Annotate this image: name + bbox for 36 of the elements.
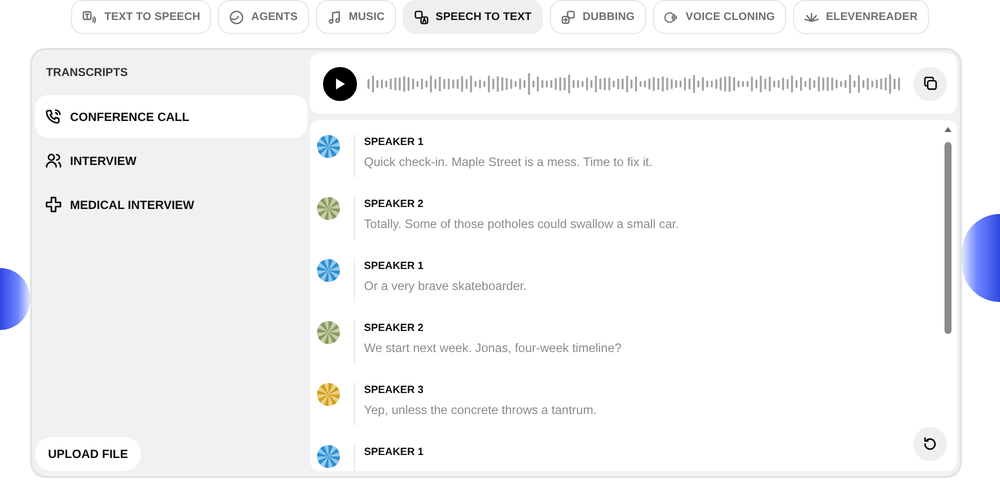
restart-button[interactable] [913,427,947,461]
translate-icon [414,10,429,24]
transcript-item[interactable]: MEDICAL INTERVIEW [35,183,307,226]
music-note-icon [326,10,342,24]
speaker-name: SPEAKER 3 [364,383,425,398]
transcript-text: Quick check-in. Maple Street is a mess. Time to fix it. [364,154,652,171]
speaker-name: SPEAKER 2 [364,321,425,336]
sidebar-title: TRANSCRIPTS [46,66,129,81]
medical-cross-icon [45,196,62,214]
nav-tab[interactable]: DUBBING [550,0,646,34]
transcript-text: Yep, unless the concrete throws a tantrum. [364,402,597,419]
nav-tab[interactable]: TEXT TO SPEECH [71,0,212,34]
transcript-text: Or a very brave skateboarder. [364,278,527,295]
nav-tab[interactable]: SPEECH TO TEXT [402,0,543,34]
nav-tab[interactable]: AGENTS [218,0,309,34]
upload-button[interactable]: UPLOAD FILE [35,437,141,471]
people-icon [45,152,62,170]
phone-icon [45,108,62,126]
speaker-name: SPEAKER 1 [364,445,424,460]
transcript-text: Totally. Some of those potholes could swallow a small car. [364,216,679,233]
copy-button[interactable] [913,66,947,100]
restart-icon [922,436,938,452]
transcript-text: We start next week. Jonas, four-week timeline? [364,340,622,357]
transcript-item[interactable]: CONFERENCE CALL [35,95,307,138]
speaker-name: SPEAKER 1 [364,135,425,150]
play-button[interactable] [323,66,357,100]
play-icon [333,76,347,90]
text-speaker-icon [82,10,98,24]
copy-icon [922,76,938,91]
nav-tab[interactable]: MUSIC [316,0,396,34]
nav-tab[interactable]: VOICE CLONING [652,0,786,34]
speaker-name: SPEAKER 2 [364,197,425,212]
voice-wave-icon [664,10,679,24]
transcript-item[interactable]: INTERVIEW [35,139,307,182]
speaker-name: SPEAKER 1 [364,259,425,274]
nav-tab[interactable]: ELEVENREADER [792,0,929,34]
